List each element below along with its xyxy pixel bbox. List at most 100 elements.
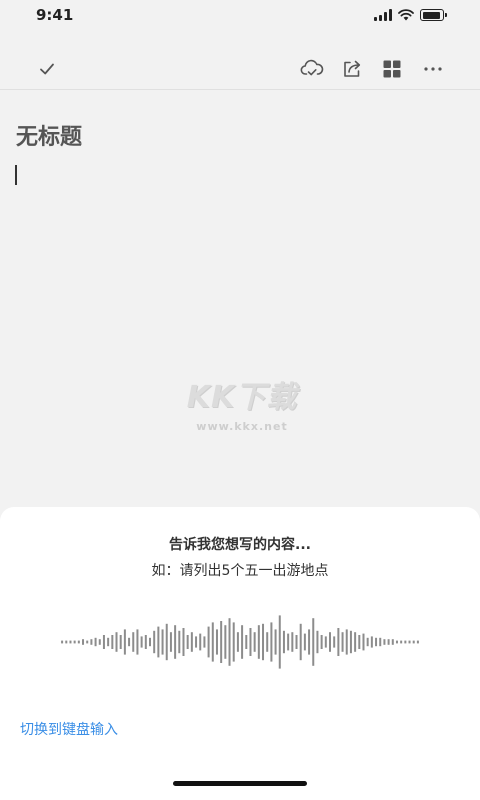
text-cursor	[15, 165, 17, 185]
waveform-bar	[195, 636, 198, 648]
waveform-bar	[337, 628, 340, 656]
waveform-bar	[190, 632, 193, 652]
more-dots-icon	[424, 67, 442, 71]
waveform-bar	[299, 623, 302, 661]
waveform-bar	[320, 635, 323, 649]
waveform-bar	[287, 633, 290, 651]
waveform-bar	[165, 623, 168, 661]
waveform-bar	[232, 622, 235, 662]
templates-button[interactable]	[379, 56, 405, 82]
waveform-bar	[186, 635, 189, 649]
watermark-url: www.kkx.net	[196, 420, 288, 433]
waveform-bar	[220, 621, 223, 663]
waveform-bar	[136, 629, 139, 655]
waveform-bar	[203, 636, 206, 648]
cellular-signal-icon	[374, 9, 392, 21]
waveform-bar	[358, 635, 361, 649]
waveform-bar	[86, 640, 89, 644]
watermark-logo: KK下载	[186, 380, 298, 415]
waveform-bar	[349, 630, 352, 654]
waveform-bar	[215, 629, 218, 655]
waveform-bar	[169, 632, 172, 652]
waveform-bar	[174, 625, 177, 659]
waveform-bar	[278, 615, 281, 669]
waveform-bar	[366, 637, 369, 647]
waveform-bar	[362, 633, 365, 651]
share-button[interactable]	[339, 56, 365, 82]
waveform-bar	[391, 639, 394, 645]
waveform-bar	[282, 630, 285, 654]
waveform-bar	[308, 629, 311, 655]
waveform-bar	[61, 640, 64, 644]
waveform-bar	[316, 630, 319, 654]
waveform-bar	[107, 637, 110, 647]
grid-icon	[383, 60, 401, 78]
waveform-bar	[228, 618, 231, 666]
waveform-bar	[257, 625, 260, 659]
waveform-bar	[262, 623, 265, 661]
waveform-bar	[82, 639, 85, 645]
battery-level	[422, 11, 440, 19]
checkmark-icon	[40, 63, 54, 75]
waveform-bar	[153, 630, 156, 654]
battery-icon	[420, 9, 447, 21]
waveform-bar	[404, 640, 407, 644]
waveform-bar	[383, 639, 386, 645]
waveform-bar	[77, 640, 80, 644]
waveform-bar	[274, 629, 277, 655]
waveform-bar	[111, 635, 114, 649]
waveform-bar	[149, 637, 151, 647]
home-indicator[interactable]	[173, 781, 307, 786]
waveform-bar	[224, 625, 227, 659]
waveform-bar	[253, 632, 256, 652]
switch-to-keyboard-link[interactable]: 切换到键盘输入	[20, 719, 118, 739]
waveform-bar	[375, 637, 378, 647]
waveform-bar	[236, 632, 239, 652]
waveform-bar	[333, 636, 336, 648]
waveform-bar	[379, 637, 382, 647]
note-title-input[interactable]: 无标题	[16, 119, 82, 151]
waveform-bar	[324, 636, 327, 648]
share-icon	[344, 60, 361, 77]
waveform-bar	[329, 632, 331, 652]
waveform-bar	[345, 629, 348, 655]
app-screen: 9:41 无标题 KK下载 www.kkx.net 告诉我您想写的内容... 如…	[0, 0, 480, 800]
voice-waveform	[61, 615, 419, 669]
waveform-bar	[270, 622, 273, 662]
status-time: 9:41	[36, 6, 74, 24]
more-button[interactable]	[420, 56, 446, 82]
waveform-bar	[73, 640, 76, 644]
waveform-bar	[245, 635, 248, 649]
waveform-bar	[400, 640, 403, 644]
waveform-bar	[295, 635, 298, 649]
waveform-bar	[395, 640, 398, 644]
voice-prompt-example: 如：请列出5个五一出游地点	[151, 563, 329, 579]
waveform-bar	[161, 629, 164, 655]
waveform-bar	[291, 632, 294, 652]
waveform-bar	[140, 636, 143, 648]
done-button[interactable]	[34, 56, 60, 82]
cloud-sync-button[interactable]	[299, 56, 325, 82]
waveform-bar	[182, 628, 185, 656]
waveform-bar	[132, 632, 135, 652]
waveform-bar	[128, 637, 131, 647]
voice-prompt-title: 告诉我您想写的内容...	[169, 537, 311, 553]
waveform-bar	[416, 640, 419, 644]
waveform-bar	[412, 640, 415, 644]
status-icons	[374, 9, 447, 21]
editor-toolbar	[0, 48, 480, 90]
waveform-bar	[178, 630, 181, 654]
waveform-bar	[69, 640, 72, 644]
waveform-bar	[157, 626, 160, 658]
waveform-bar	[199, 633, 202, 651]
waveform-bar	[211, 622, 214, 662]
waveform-bar	[123, 629, 126, 655]
watermark: KK下载 www.kkx.net	[180, 372, 304, 433]
waveform-bar	[249, 628, 252, 656]
waveform-bar	[65, 640, 68, 644]
waveform-bar	[207, 626, 210, 658]
cloud-check-icon	[300, 59, 324, 76]
waveform-bar	[312, 618, 315, 666]
waveform-bar	[266, 632, 269, 652]
waveform-bar	[94, 637, 97, 647]
